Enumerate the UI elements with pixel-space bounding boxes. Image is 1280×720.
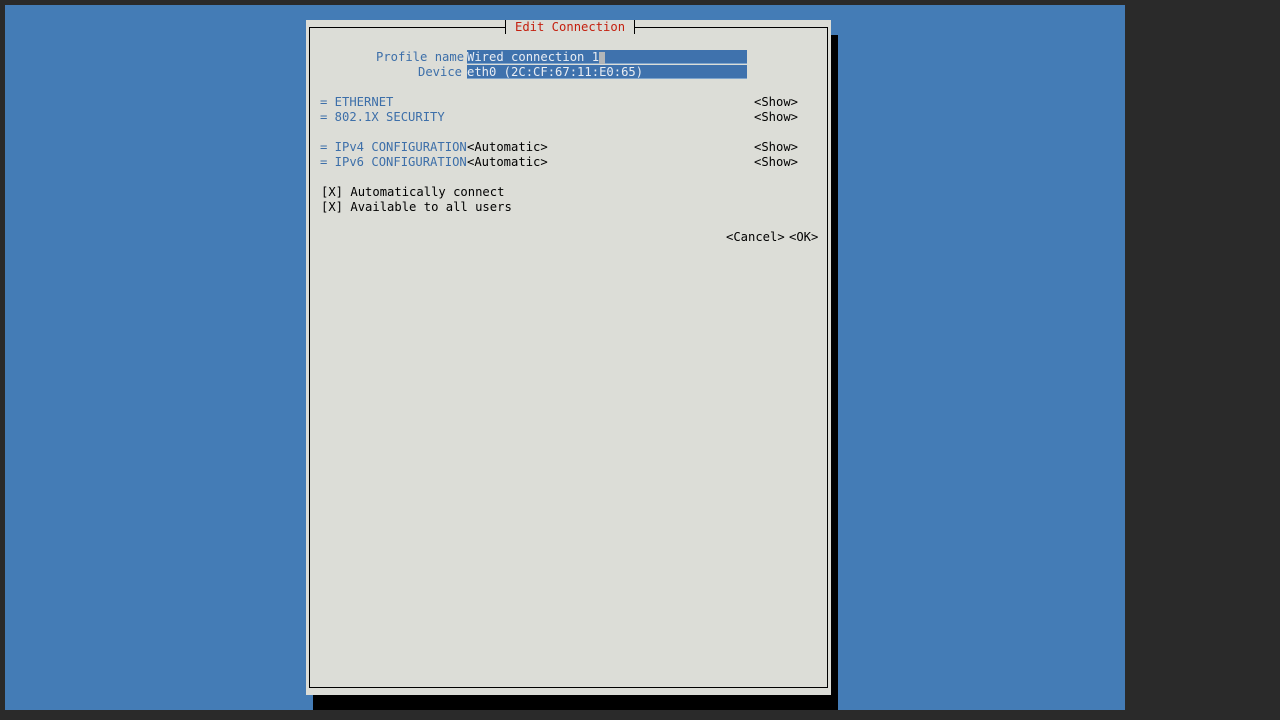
device-value: eth0 (2C:CF:67:11:E0:65) [467, 65, 644, 79]
edit-connection-dialog: Edit Connection Profile name Wired conne… [306, 20, 831, 695]
dialog-shadow-bottom [313, 695, 838, 710]
section-8021x-security-label: = 802.1X SECURITY [320, 110, 445, 124]
profile-name-value: Wired connection 1 [467, 50, 600, 64]
auto-connect-label: Automatically connect [350, 185, 505, 199]
all-users-label: Available to all users [350, 200, 512, 214]
cancel-button[interactable]: <Cancel> [726, 230, 785, 245]
dialog-shadow-right [831, 35, 838, 710]
section-ipv4-label: = IPv4 CONFIGURATION [320, 140, 467, 154]
ipv4-method-select[interactable]: <Automatic> [467, 140, 548, 155]
profile-name-label: Profile name [376, 50, 465, 64]
all-users-option[interactable]: [X] Available to all users [321, 200, 512, 215]
8021x-security-show-button[interactable]: <Show> [754, 110, 798, 125]
auto-connect-checkbox[interactable]: [X] [321, 185, 343, 199]
ipv6-method-select[interactable]: <Automatic> [467, 155, 548, 170]
dialog-border [309, 27, 828, 688]
section-ethernet-label: = ETHERNET [320, 95, 394, 109]
device-label: Device [418, 65, 463, 79]
ipv6-show-button[interactable]: <Show> [754, 155, 798, 170]
dialog-title-box: Edit Connection [505, 20, 636, 34]
all-users-checkbox[interactable]: [X] [321, 200, 343, 214]
dialog-title: Edit Connection [515, 20, 626, 34]
device-field[interactable]: eth0 (2C:CF:67:11:E0:65) [467, 65, 747, 79]
profile-name-field[interactable]: Wired connection 1 [467, 50, 747, 64]
ok-button[interactable]: <OK> [789, 230, 818, 245]
ipv4-show-button[interactable]: <Show> [754, 140, 798, 155]
auto-connect-option[interactable]: [X] Automatically connect [321, 185, 504, 200]
section-ipv6-label: = IPv6 CONFIGURATION [320, 155, 467, 169]
text-cursor [599, 51, 606, 64]
ethernet-show-button[interactable]: <Show> [754, 95, 798, 110]
